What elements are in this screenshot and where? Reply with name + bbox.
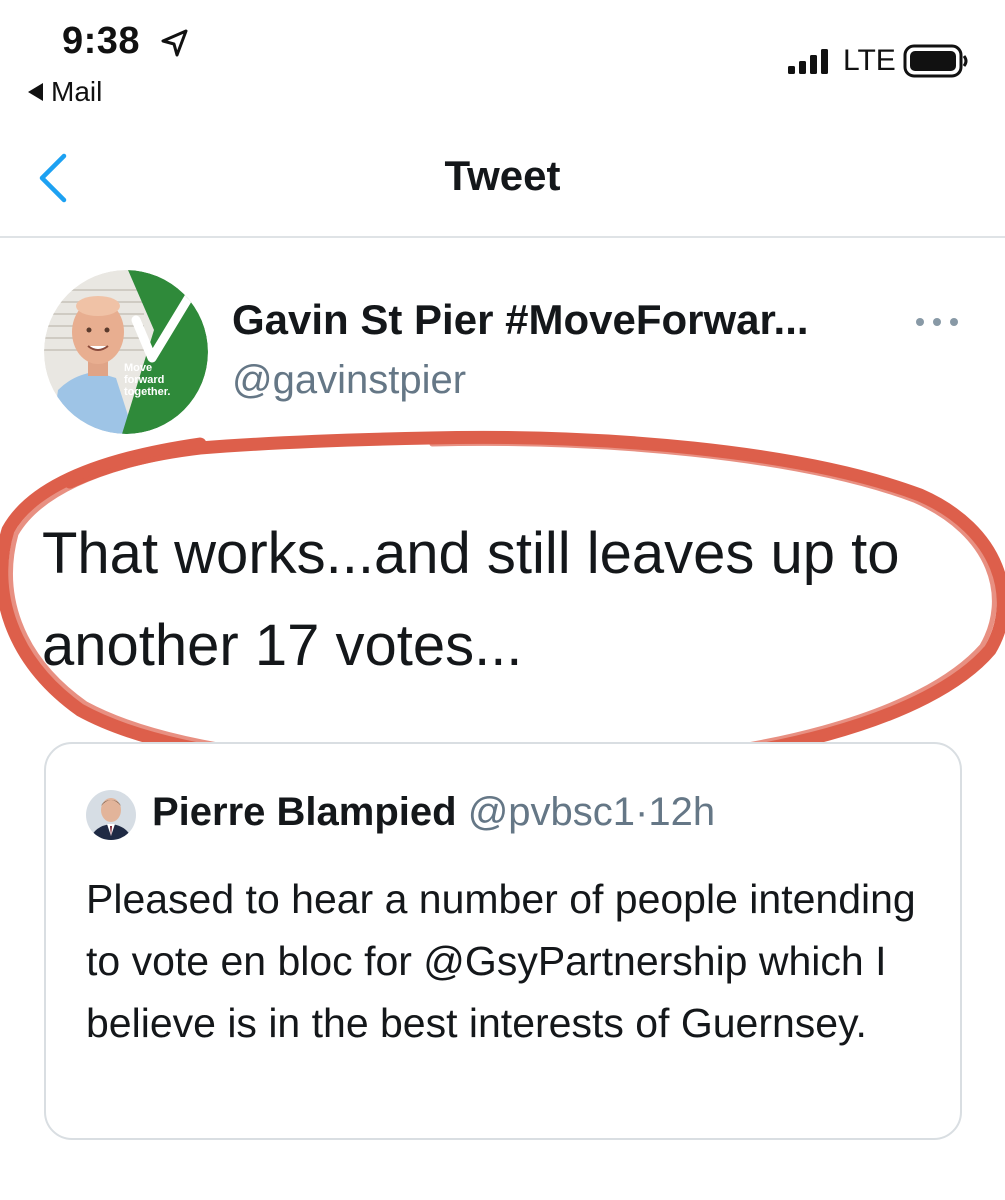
more-horizontal-icon[interactable] (914, 314, 960, 330)
avatar-badge-line: together. (124, 386, 171, 398)
author-handle[interactable]: @gavinstpier (232, 358, 466, 403)
location-arrow-icon (161, 29, 188, 57)
battery-icon (903, 44, 968, 78)
avatar-badge-line: forward (124, 374, 165, 386)
quoted-avatar-image (86, 790, 136, 840)
page-title: Tweet (444, 152, 561, 199)
quoted-tweet-header: Pierre Blampied @pvbsc1·12h (152, 790, 715, 835)
status-bar: 9:38 Mail LTE (0, 0, 1005, 120)
quoted-tweet-card[interactable]: Pierre Blampied @pvbsc1·12h Pleased to h… (44, 742, 962, 1140)
avatar-image (44, 270, 208, 434)
signal-bars-icon (788, 49, 828, 74)
tweet-text: That works...and still leaves up to anot… (42, 521, 900, 678)
status-time: 9:38 (62, 20, 141, 62)
author-name[interactable]: Gavin St Pier #MoveForwar... (232, 296, 809, 344)
avatar-badge-line: Move (124, 362, 153, 374)
separator-dot: · (635, 790, 649, 834)
back-app-label: Mail (51, 76, 103, 107)
quoted-tweet-time: 12h (648, 790, 716, 834)
quoted-author-avatar[interactable] (86, 790, 136, 840)
nav-bar: Tweet (0, 120, 1005, 238)
quoted-author-handle[interactable]: @pvbsc1 (468, 790, 635, 834)
quoted-author-name[interactable]: Pierre Blampied (152, 790, 457, 834)
back-to-app-link[interactable]: Mail (28, 76, 102, 108)
back-triangle-icon (28, 83, 43, 101)
avatar-badge-text: Move forward together. (124, 362, 170, 398)
quoted-tweet-text: Pleased to hear a number of people inten… (86, 876, 916, 1046)
network-label: LTE (843, 44, 896, 77)
author-avatar[interactable]: Move forward together. (44, 270, 208, 434)
